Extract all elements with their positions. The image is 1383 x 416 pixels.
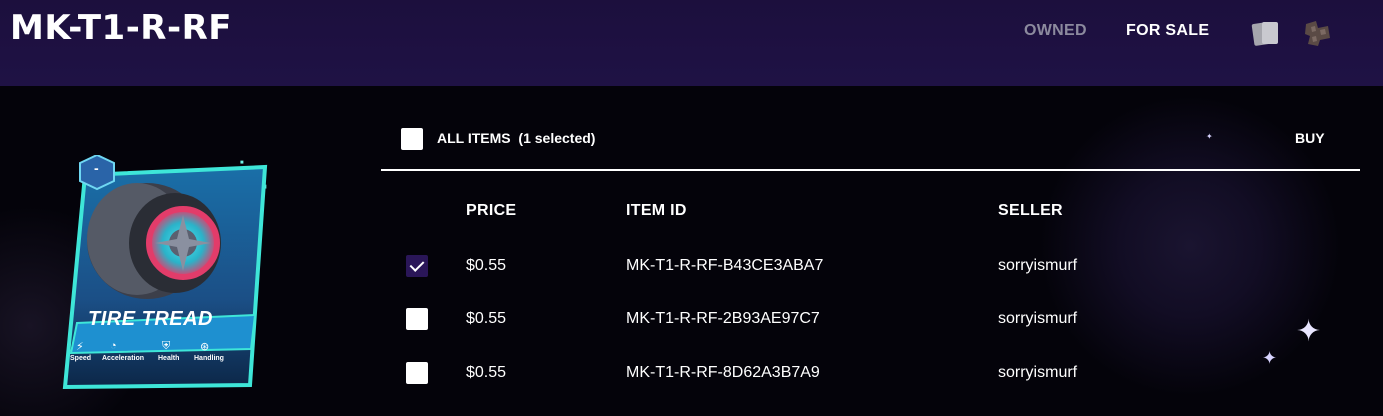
tab-owned[interactable]: OWNED bbox=[1024, 22, 1087, 40]
row-item-id: MK-T1-R-RF-8D62A3B7A9 bbox=[626, 364, 820, 381]
buy-button[interactable]: BUY bbox=[1295, 130, 1325, 146]
row-checkbox[interactable] bbox=[406, 255, 428, 277]
row-checkbox[interactable] bbox=[406, 362, 428, 384]
card-name: TIRE TREAD bbox=[88, 308, 213, 330]
row-item-id: MK-T1-R-RF-2B93AE97C7 bbox=[626, 310, 820, 327]
row-price: $0.55 bbox=[466, 364, 507, 381]
card-stats: ⚡ Speed ◔ Acceleration ⛨ Health ⊛ Handli… bbox=[64, 340, 234, 368]
row-seller: sorryismurf bbox=[998, 310, 1078, 327]
stat-label-speed: Speed bbox=[70, 355, 92, 362]
speedometer-icon: ◔ bbox=[110, 340, 117, 352]
stat-label-health: Health bbox=[158, 355, 180, 362]
top-header: MK-T1-R-RF OWNED FOR SALE bbox=[0, 0, 1383, 86]
select-all-checkbox[interactable] bbox=[401, 128, 423, 150]
stat-label-handling: Handling bbox=[194, 355, 224, 362]
select-all-label: ALL ITEMS (1 selected) bbox=[437, 130, 596, 146]
row-seller: sorryismurf bbox=[998, 257, 1078, 274]
divider bbox=[381, 169, 1360, 171]
tab-for-sale[interactable]: FOR SALE bbox=[1126, 22, 1209, 40]
shield-plus-icon: ⛨ bbox=[162, 340, 171, 352]
row-seller: sorryismurf bbox=[998, 364, 1078, 381]
tile-icon[interactable] bbox=[1302, 18, 1334, 48]
column-header-price[interactable]: PRICE bbox=[466, 202, 516, 220]
row-item-id: MK-T1-R-RF-B43CE3ABA7 bbox=[626, 257, 824, 274]
page-title: MK-T1-R-RF bbox=[10, 8, 232, 48]
lightning-icon: ⚡ bbox=[76, 341, 84, 353]
table-row[interactable]: $0.55 MK-T1-R-RF-8D62A3B7A9 sorryismurf bbox=[381, 353, 1360, 393]
stat-label-acceleration: Acceleration bbox=[102, 355, 145, 362]
row-price: $0.55 bbox=[466, 310, 507, 327]
row-price: $0.55 bbox=[466, 257, 507, 274]
table-row[interactable]: $0.55 MK-T1-R-RF-B43CE3ABA7 sorryismurf bbox=[381, 246, 1360, 286]
card-badge: - bbox=[94, 160, 99, 176]
column-header-item-id[interactable]: ITEM ID bbox=[626, 202, 687, 220]
sparkle-icon: ✦ bbox=[1206, 132, 1213, 141]
column-header-seller[interactable]: SELLER bbox=[998, 202, 1063, 220]
row-checkbox[interactable] bbox=[406, 308, 428, 330]
cards-icon[interactable] bbox=[1250, 18, 1282, 48]
steering-wheel-icon: ⊛ bbox=[200, 341, 210, 353]
table-row[interactable]: $0.55 MK-T1-R-RF-2B93AE97C7 sorryismurf bbox=[381, 299, 1360, 339]
